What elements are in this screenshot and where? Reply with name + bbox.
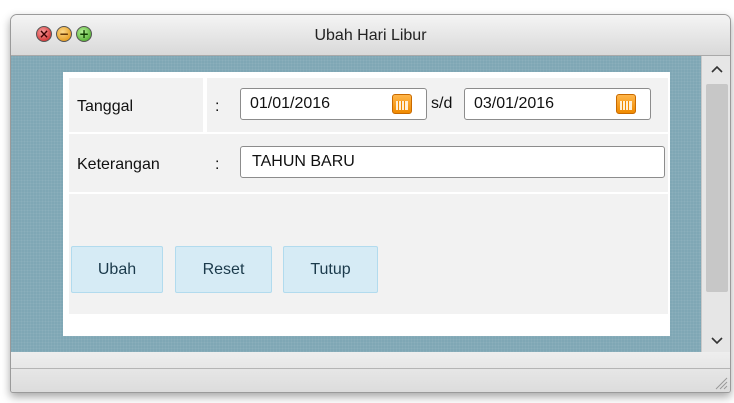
vertical-scrollbar[interactable]: [701, 56, 730, 352]
keterangan-row: Keterangan : TAHUN BARU: [69, 134, 668, 192]
ubah-button[interactable]: Ubah: [71, 246, 163, 293]
window-title: Ubah Hari Libur: [314, 27, 427, 44]
title-bar[interactable]: × − + Ubah Hari Libur: [11, 15, 730, 56]
content-area: Tanggal : 01/01/2016 s/d 03/01/2016 Kete…: [11, 56, 701, 352]
date-range-separator: s/d: [431, 95, 453, 112]
date-from-field[interactable]: 01/01/2016: [240, 88, 427, 120]
scroll-thumb[interactable]: [706, 84, 728, 292]
tanggal-label: Tanggal: [77, 98, 134, 115]
tanggal-colon: :: [215, 98, 220, 115]
dialog-window: × − + Ubah Hari Libur Tanggal : 01/01/20…: [10, 14, 731, 393]
form-panel: Tanggal : 01/01/2016 s/d 03/01/2016 Kete…: [63, 72, 670, 336]
divider: [11, 368, 730, 369]
keterangan-label: Keterangan: [77, 156, 160, 173]
tanggal-row: Tanggal : 01/01/2016 s/d 03/01/2016: [69, 78, 668, 132]
tutup-button[interactable]: Tutup: [283, 246, 378, 293]
scroll-down-icon[interactable]: [702, 332, 730, 348]
keterangan-input[interactable]: TAHUN BARU: [240, 146, 665, 178]
date-from-value: 01/01/2016: [250, 95, 331, 112]
reset-button[interactable]: Reset: [175, 246, 272, 293]
resize-grip-icon[interactable]: [712, 374, 728, 390]
calendar-icon[interactable]: [616, 94, 636, 114]
row-separator: [203, 78, 207, 132]
date-to-value: 03/01/2016: [474, 95, 555, 112]
scroll-up-icon[interactable]: [702, 60, 730, 76]
keterangan-colon: :: [215, 156, 220, 173]
calendar-icon[interactable]: [392, 94, 412, 114]
date-to-field[interactable]: 03/01/2016: [464, 88, 651, 120]
status-bar: [11, 352, 730, 392]
